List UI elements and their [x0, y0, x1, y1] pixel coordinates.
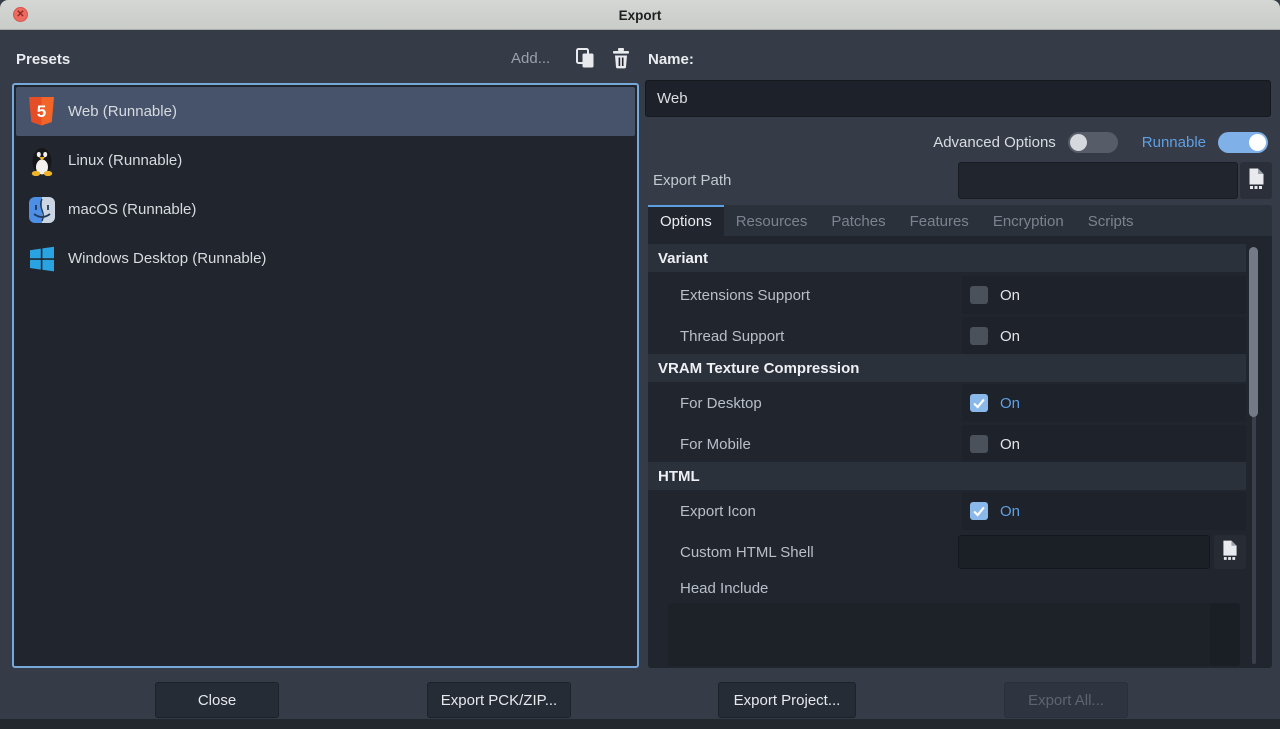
property-value: On	[962, 384, 1246, 422]
for-mobile-checkbox[interactable]	[970, 435, 988, 453]
property-label: Head Include	[680, 574, 768, 602]
checkbox-value-label: On	[1000, 287, 1020, 304]
property-row: Thread Support On	[648, 317, 1246, 355]
preset-item-macos[interactable]: macOS (Runnable)	[16, 185, 635, 234]
property-row: Head Include	[648, 574, 1246, 602]
property-label: For Desktop	[680, 384, 762, 422]
linux-icon	[28, 145, 55, 176]
presets-heading: Presets	[16, 51, 70, 68]
toggles-row: Advanced Options Runnable	[648, 127, 1271, 157]
preset-item-linux[interactable]: Linux (Runnable)	[16, 136, 635, 185]
svg-text:5: 5	[37, 102, 46, 121]
name-label: Name:	[648, 51, 694, 68]
export-path-browse-button[interactable]	[1240, 162, 1272, 199]
property-label: Extensions Support	[680, 276, 810, 314]
checkbox-value-label: On	[1000, 503, 1020, 520]
delete-preset-button[interactable]	[609, 48, 633, 72]
property-value: On	[962, 317, 1246, 355]
window-bottom-edge	[0, 719, 1280, 729]
preset-item-label: Linux (Runnable)	[68, 152, 182, 169]
property-value: On	[962, 492, 1246, 530]
tab-resources[interactable]: Resources	[724, 205, 820, 236]
preset-item-label: Web (Runnable)	[68, 103, 177, 120]
property-value: On	[962, 425, 1246, 463]
titlebar: ✕ Export	[0, 0, 1280, 30]
preset-list: 5 Web (Runnable) Linux (Runnable)	[12, 83, 639, 668]
preset-item-windows[interactable]: Windows Desktop (Runnable)	[16, 234, 635, 283]
checkbox-value-label: On	[1000, 328, 1020, 345]
preset-item-label: macOS (Runnable)	[68, 201, 196, 218]
toggle-knob	[1070, 134, 1087, 151]
property-row: Extensions Support On	[648, 276, 1246, 314]
preset-item-web[interactable]: 5 Web (Runnable)	[16, 87, 635, 136]
tab-features[interactable]: Features	[898, 205, 981, 236]
custom-html-shell-browse-button[interactable]	[1214, 535, 1246, 569]
html5-icon: 5	[28, 96, 55, 127]
tab-encryption[interactable]: Encryption	[981, 205, 1076, 236]
runnable-label: Runnable	[1142, 134, 1206, 151]
export-pck-zip-button[interactable]: Export PCK/ZIP...	[427, 682, 571, 718]
duplicate-preset-button[interactable]	[573, 48, 597, 72]
head-include-textarea[interactable]	[668, 603, 1240, 666]
window-title: Export	[0, 0, 1280, 30]
property-label: For Mobile	[680, 425, 751, 463]
checkbox-value-label: On	[1000, 395, 1020, 412]
tab-patches[interactable]: Patches	[819, 205, 897, 236]
section-html: HTML	[648, 462, 1246, 490]
windows-icon	[28, 243, 55, 274]
for-desktop-checkbox[interactable]	[970, 394, 988, 412]
section-variant: Variant	[648, 244, 1246, 272]
runnable-toggle[interactable]	[1218, 132, 1268, 153]
advanced-options-label: Advanced Options	[933, 134, 1056, 151]
export-all-button[interactable]: Export All...	[1004, 682, 1128, 718]
macos-icon	[28, 194, 55, 225]
export-path-input[interactable]	[958, 162, 1238, 199]
tab-options[interactable]: Options	[648, 205, 724, 236]
property-row: For Desktop On	[648, 384, 1246, 422]
thread-support-checkbox[interactable]	[970, 327, 988, 345]
export-project-button[interactable]: Export Project...	[718, 682, 856, 718]
property-row: Export Icon On	[648, 492, 1246, 530]
property-row: For Mobile On	[648, 425, 1246, 463]
toggle-knob	[1249, 134, 1266, 151]
options-scrollbar-thumb[interactable]	[1249, 247, 1258, 417]
duplicate-icon	[575, 47, 596, 74]
custom-html-shell-input[interactable]	[958, 535, 1210, 569]
export-tabbar: Options Resources Patches Features Encry…	[648, 205, 1272, 236]
export-path-label: Export Path	[653, 162, 731, 199]
preset-item-label: Windows Desktop (Runnable)	[68, 250, 266, 267]
file-dialog-icon	[1248, 168, 1265, 194]
file-dialog-icon	[1222, 540, 1238, 565]
advanced-options-toggle[interactable]	[1068, 132, 1118, 153]
trash-icon	[611, 47, 631, 74]
property-value: On	[962, 276, 1246, 314]
name-input[interactable]	[645, 80, 1271, 117]
export-icon-checkbox[interactable]	[970, 502, 988, 520]
tab-scripts[interactable]: Scripts	[1076, 205, 1146, 236]
property-label: Thread Support	[680, 317, 784, 355]
add-preset-button[interactable]: Add...	[511, 50, 550, 67]
property-row: Custom HTML Shell	[648, 533, 1246, 571]
close-button[interactable]: Close	[155, 682, 279, 718]
options-panel: Variant Extensions Support On Thread Sup…	[648, 236, 1272, 668]
property-label: Export Icon	[680, 492, 756, 530]
section-vram: VRAM Texture Compression	[648, 354, 1246, 382]
checkbox-value-label: On	[1000, 436, 1020, 453]
extensions-support-checkbox[interactable]	[970, 286, 988, 304]
property-label: Custom HTML Shell	[680, 533, 814, 571]
